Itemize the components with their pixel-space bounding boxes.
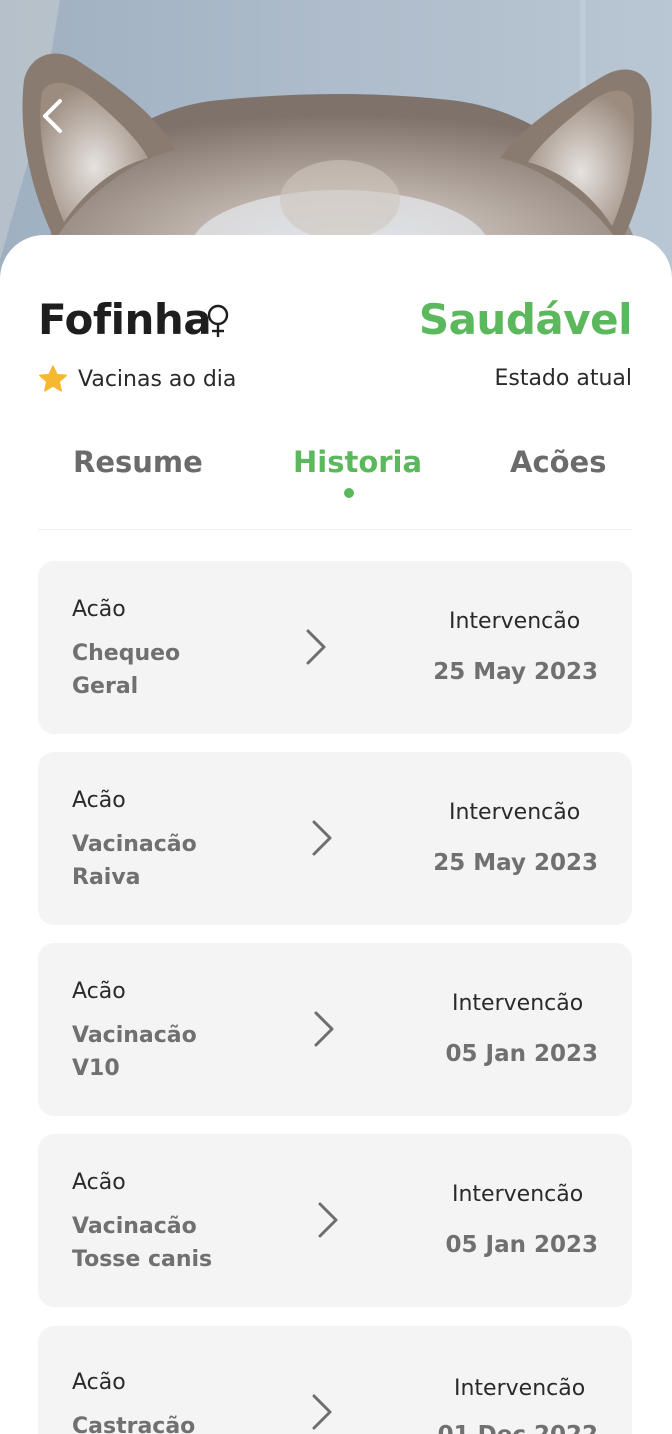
health-status-caption: Estado atual [494, 366, 632, 391]
chevron-right-icon [312, 820, 332, 856]
health-status: Saudável [418, 295, 633, 344]
intervention-date: 01 Dec 2022 [438, 1422, 598, 1434]
action-label: Acão [72, 979, 126, 1004]
action-title: Castracão [72, 1414, 196, 1434]
action-label: Acão [72, 597, 126, 622]
chevron-right-icon [312, 1394, 332, 1430]
action-title: Vacinacão Raiva [72, 832, 197, 890]
intervention-date: 05 Jan 2023 [445, 1041, 599, 1067]
action-label: Acão [72, 1370, 126, 1395]
intervention-label: Intervencão [449, 800, 581, 825]
intervention-date: 25 May 2023 [433, 850, 598, 876]
history-item[interactable]: Acão Chequeo Geral Intervencão 25 May 20… [38, 561, 632, 734]
intervention-label: Intervencão [452, 991, 584, 1016]
history-item[interactable]: Acão Castracão Intervencão 01 Dec 2022 [38, 1326, 632, 1434]
vaccine-status: Vacinas ao dia [38, 364, 236, 394]
vaccine-status-label: Vacinas ao dia [78, 366, 237, 392]
chevron-right-icon [314, 1011, 334, 1047]
star-icon [39, 365, 67, 392]
action-title: Vacinacão Tosse canis [72, 1214, 213, 1272]
back-button[interactable] [28, 92, 76, 140]
chevron-right-icon [306, 629, 326, 665]
tab-bar: Resume Historia Acões [38, 445, 632, 530]
action-title: Vacinacão V10 [72, 1023, 197, 1081]
intervention-label: Intervencão [449, 609, 581, 634]
history-item[interactable]: Acão Vacinacão Tosse canis Intervencão 0… [38, 1134, 632, 1307]
tab-resume[interactable]: Resume [73, 445, 203, 479]
action-title: Chequeo Geral [72, 641, 181, 699]
tab-acoes[interactable]: Acões [510, 445, 607, 479]
pet-name: Fofinha [38, 295, 212, 344]
chevron-left-icon [43, 99, 62, 133]
history-item[interactable]: Acão Vacinacão V10 Intervencão 05 Jan 20… [38, 943, 632, 1116]
action-label: Acão [72, 1170, 126, 1195]
intervention-label: Intervencão [454, 1376, 586, 1401]
chevron-right-icon [318, 1202, 338, 1238]
history-item[interactable]: Acão Vacinacão Raiva Intervencão 25 May … [38, 752, 632, 925]
intervention-label: Intervencão [452, 1182, 584, 1207]
intervention-date: 25 May 2023 [433, 659, 598, 685]
tab-historia[interactable]: Historia [293, 445, 422, 479]
female-symbol-icon [207, 304, 229, 337]
pet-details-sheet: Fofinha Saudável Vacinas ao dia Estado a… [0, 235, 672, 1434]
intervention-date: 05 Jan 2023 [445, 1232, 599, 1258]
action-label: Acão [72, 788, 126, 813]
active-tab-indicator [344, 488, 354, 498]
